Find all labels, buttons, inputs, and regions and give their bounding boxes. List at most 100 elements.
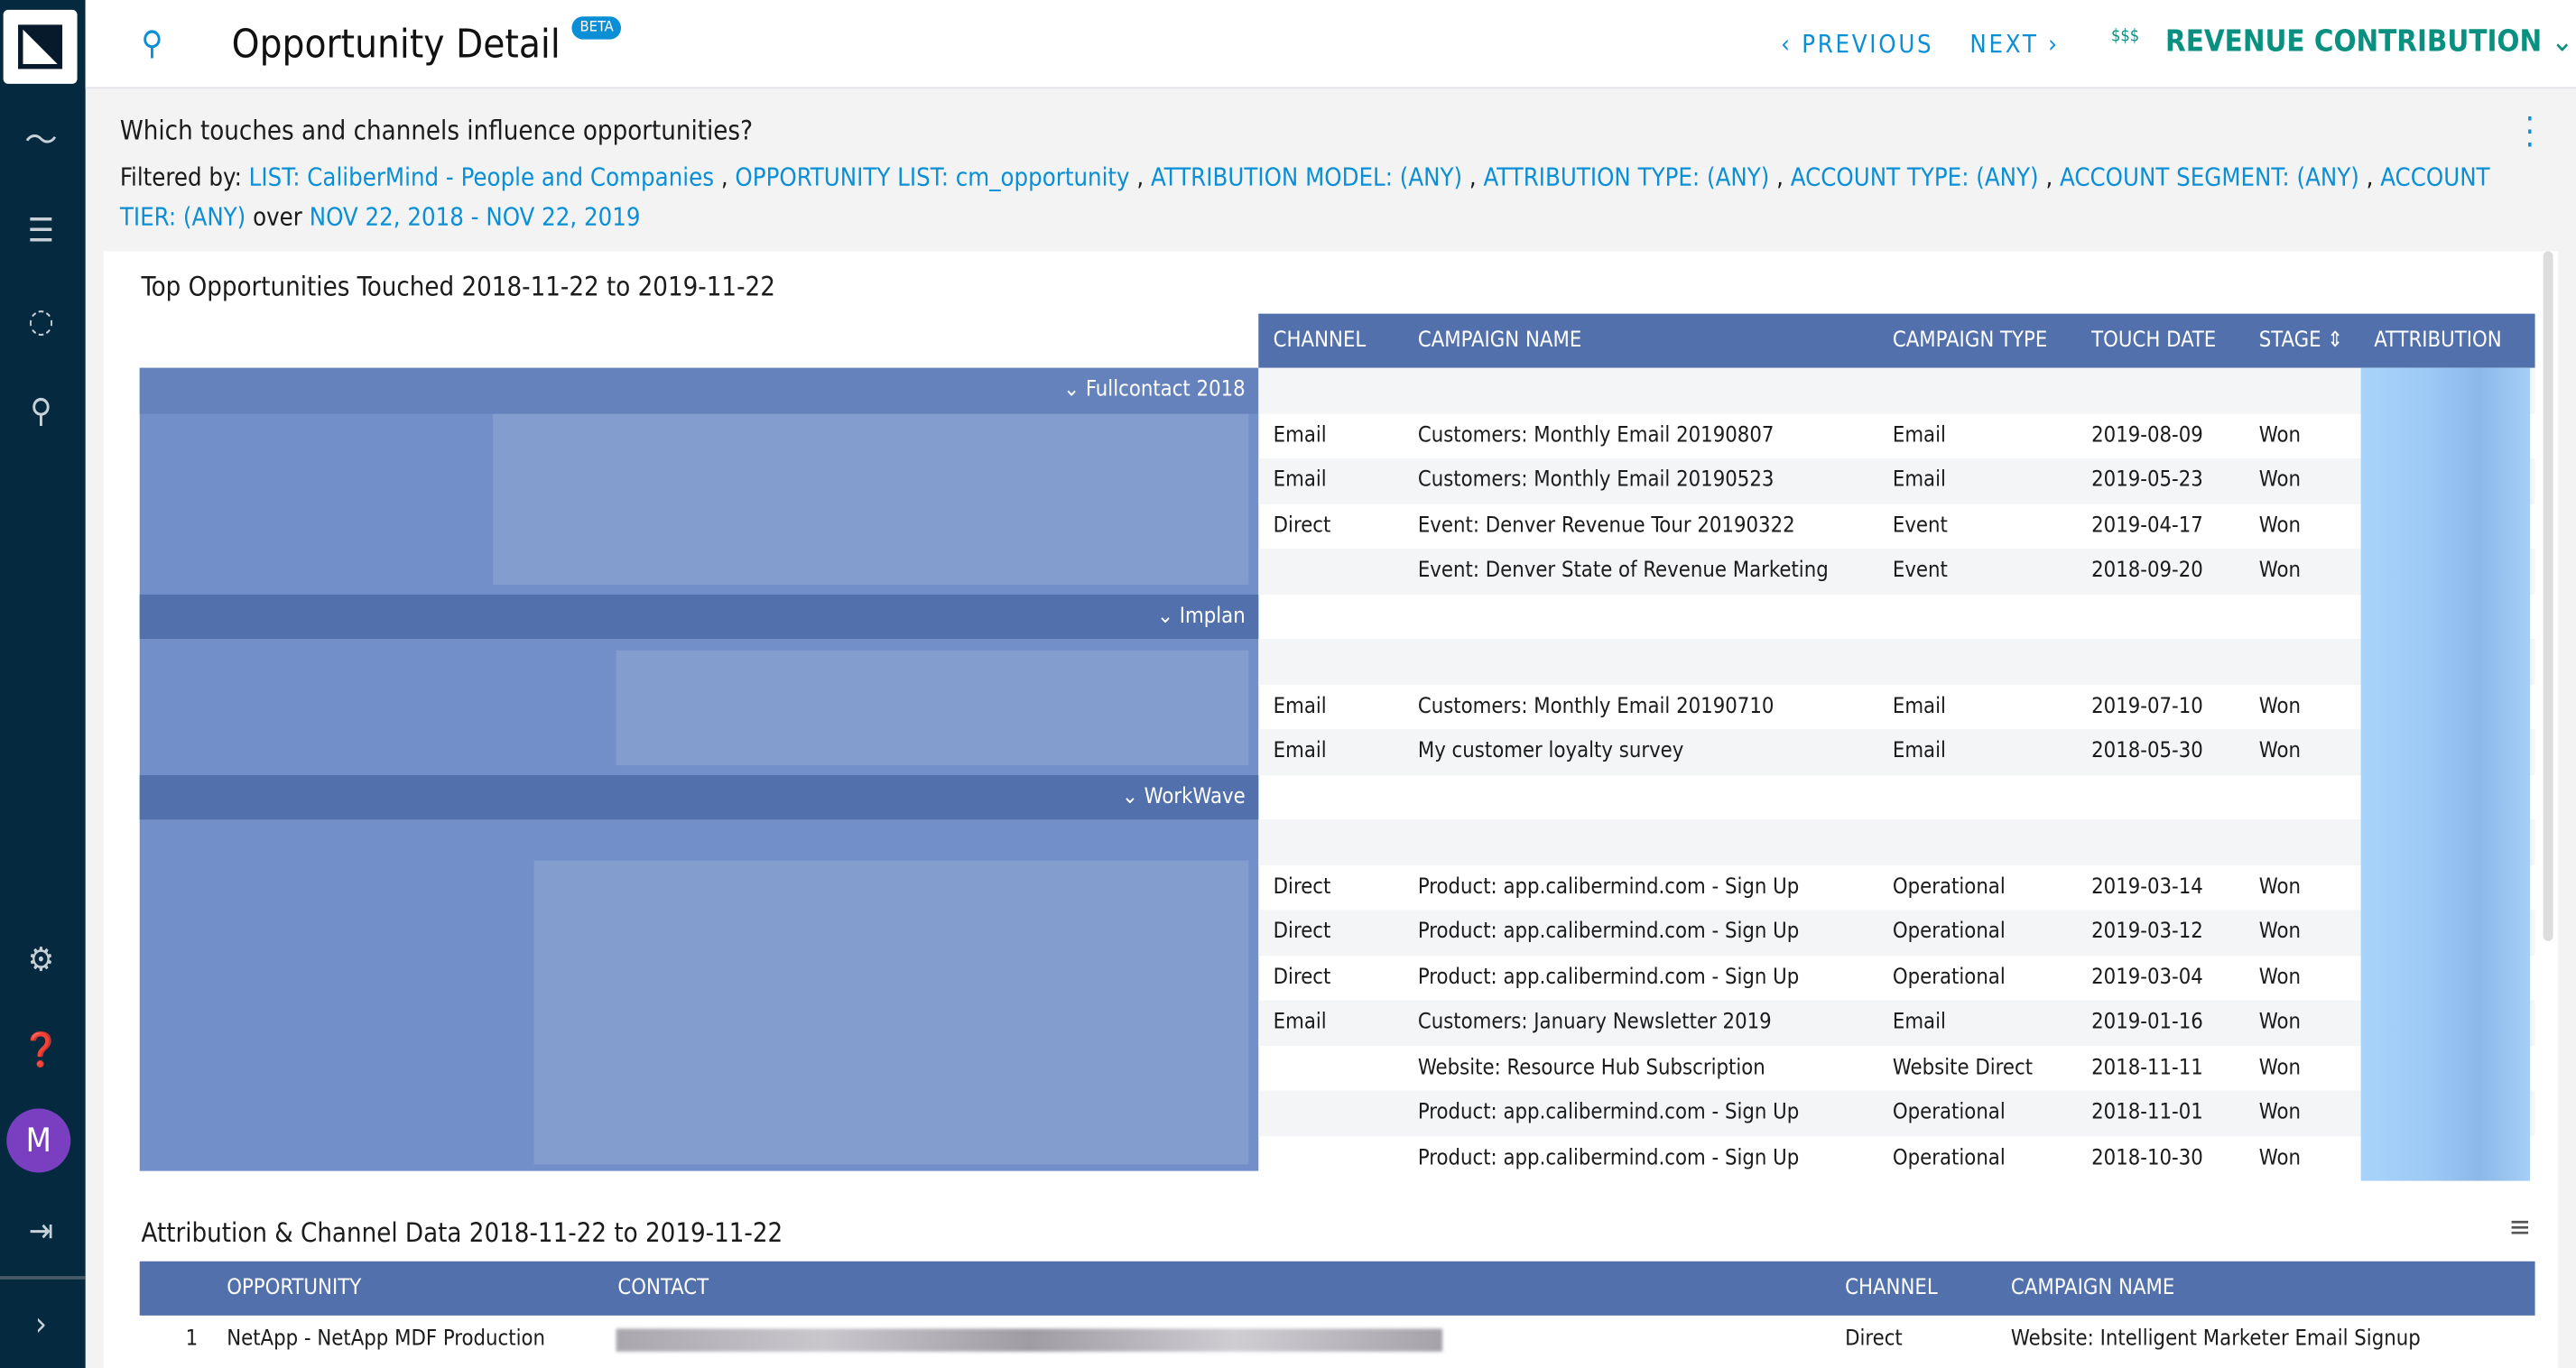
cell-touch-date: 2019-04-17: [2091, 513, 2203, 539]
col-opportunity[interactable]: OPPORTUNITY: [227, 1262, 361, 1316]
table-row[interactable]: [1258, 774, 2534, 819]
cell-campaign-name: Product: app.calibermind.com - Sign Up: [1417, 1100, 1800, 1125]
cell-stage: Won: [2258, 920, 2301, 945]
cell-channel: Direct: [1273, 920, 1331, 945]
touches-table: CHANNEL CAMPAIGN NAME CAMPAIGN TYPE TOUC…: [1258, 313, 2535, 1181]
logo[interactable]: [3, 9, 78, 84]
hamburger-menu-icon[interactable]: ≡: [2508, 1210, 2531, 1244]
col-campaign-name[interactable]: CAMPAIGN NAME: [1418, 314, 1581, 368]
cell-campaign-type: Operational: [1892, 1100, 2006, 1125]
cell-campaign-type: Event: [1892, 513, 1948, 539]
table-row[interactable]: Website: Resource Hub Subscription Websit…: [1258, 1045, 2534, 1090]
cell-campaign-name: Website: Resource Hub Subscription: [1417, 1055, 1765, 1080]
col-campaign-type[interactable]: CAMPAIGN TYPE: [1893, 314, 2047, 368]
cell-campaign-type: Operational: [1892, 965, 2006, 990]
cell-campaign-type: Operational: [1892, 920, 2006, 945]
table-row[interactable]: Direct Product: app.calibermind.com - Sig…: [1258, 955, 2534, 1000]
expand-icon[interactable]: ›: [16, 1299, 66, 1349]
cell-stage: Won: [2258, 1055, 2301, 1080]
table-row[interactable]: Email My customer loyalty survey Email 2018…: [1258, 729, 2535, 775]
bottom-table-header: OPPORTUNITY CONTACT CHANNEL CAMPAIGN NAM…: [139, 1261, 2535, 1316]
table-row[interactable]: Email Customers: January Newsletter 2019 E…: [1258, 1000, 2535, 1046]
previous-button[interactable]: ‹ PREVIOUS: [1781, 30, 1933, 60]
cell-channel: Email: [1273, 1010, 1327, 1035]
cell-stage: Won: [2258, 874, 2301, 900]
table-header: CHANNEL CAMPAIGN NAME CAMPAIGN TYPE TOUC…: [1258, 313, 2535, 368]
search-icon[interactable]: ⚲: [142, 23, 163, 62]
filter-attribution-model[interactable]: ATTRIBUTION MODEL: (ANY): [1151, 162, 1462, 192]
table-row[interactable]: 1 NetApp - NetApp MDF Production Direct …: [140, 1316, 2535, 1365]
filters-label: Filtered by:: [119, 162, 242, 192]
table-row[interactable]: Product: app.calibermind.com - Sign Up Op…: [1258, 1136, 2534, 1181]
next-button[interactable]: NEXT ›: [1969, 30, 2059, 60]
filter-summary: Filtered by: LIST: CaliberMind - People …: [119, 162, 2490, 232]
beta-badge: BETA: [571, 16, 622, 40]
journey-icon[interactable]: ◌: [16, 296, 66, 346]
avatar[interactable]: M: [6, 1108, 71, 1173]
redacted-content: [616, 650, 1249, 766]
filter-account-segment[interactable]: ACCOUNT SEGMENT: (ANY): [2060, 162, 2359, 192]
table-row[interactable]: [1258, 594, 2534, 639]
cell-channel: Direct: [1273, 965, 1331, 990]
group-name: Implan: [1179, 603, 1246, 629]
divider: [0, 1276, 86, 1280]
col-campaign-name[interactable]: CAMPAIGN NAME: [2011, 1262, 2174, 1316]
group-header[interactable]: ⌄ Implan: [139, 593, 1259, 639]
table-row[interactable]: Email Customers: Monthly Email 20190710 Em…: [1258, 684, 2534, 729]
group-header[interactable]: ⌄ WorkWave: [139, 774, 1259, 820]
view-selector[interactable]: REVENUE CONTRIBUTION ⌄: [2165, 24, 2573, 59]
filter-opportunity-list[interactable]: OPPORTUNITY LIST: cm_opportunity: [735, 162, 1129, 192]
col-channel[interactable]: CHANNEL: [1274, 314, 1367, 368]
col-stage[interactable]: STAGE ⇕: [2259, 314, 2343, 368]
settings-icon[interactable]: ⚙: [16, 935, 66, 984]
table-row[interactable]: Email Customers: Monthly Email 20190807 Em…: [1258, 413, 2534, 458]
date-range[interactable]: NOV 22, 2018 - NOV 22, 2019: [310, 202, 641, 232]
report-card: Top Opportunities Touched 2018-11-22 to …: [103, 251, 2559, 1368]
search-icon[interactable]: ⚲: [16, 386, 66, 436]
table-row[interactable]: Direct Event: Denver Revenue Tour 2019032…: [1258, 504, 2534, 549]
help-icon[interactable]: ❓: [16, 1025, 66, 1075]
cell-campaign-type: Operational: [1892, 874, 2006, 900]
cell-stage: Won: [2258, 558, 2301, 584]
filter-account-type[interactable]: ACCOUNT TYPE: (ANY): [1791, 162, 2039, 192]
col-channel[interactable]: CHANNEL: [1845, 1262, 1938, 1316]
table-row[interactable]: [1258, 638, 2535, 685]
cell-stage: Won: [2258, 513, 2301, 539]
opportunity-name[interactable]: NetApp - NetApp MDF Production: [227, 1316, 545, 1365]
cell-touch-date: 2019-03-04: [2091, 965, 2203, 990]
more-menu-icon[interactable]: · · ·: [2525, 102, 2534, 162]
attribution-bars-redacted: [2360, 367, 2531, 1181]
col-contact[interactable]: CONTACT: [617, 1262, 709, 1316]
table-row[interactable]: Product: app.calibermind.com - Sign Up Op…: [1258, 1090, 2535, 1136]
table-row[interactable]: [1258, 367, 2535, 413]
cell-touch-date: 2019-05-23: [2091, 467, 2203, 493]
table-row[interactable]: [1258, 819, 2535, 865]
top-bar: ⚲ Opportunity Detail BETA ‹ PREVIOUS NEX…: [85, 0, 2576, 89]
filter-list[interactable]: LIST: CaliberMind - People and Companies: [249, 162, 714, 192]
cell-touch-date: 2018-05-30: [2091, 739, 2203, 764]
cell-campaign-name: Customers: January Newsletter 2019: [1417, 1010, 1772, 1035]
col-attribution[interactable]: ATTRIBUTION: [2374, 314, 2502, 368]
scrollbar[interactable]: [2543, 251, 2553, 941]
channel: Direct: [1845, 1326, 1903, 1352]
list-icon[interactable]: ☰: [16, 206, 66, 255]
cell-touch-date: 2019-08-09: [2091, 422, 2203, 448]
table-row[interactable]: Direct Product: app.calibermind.com - Sig…: [1258, 864, 2534, 910]
filter-attribution-type[interactable]: ATTRIBUTION TYPE: (ANY): [1484, 162, 1770, 192]
cell-touch-date: 2018-10-30: [2091, 1145, 2203, 1170]
group-header[interactable]: ⌄ Fullcontact 2018: [139, 367, 1259, 413]
view-label: REVENUE CONTRIBUTION: [2165, 24, 2543, 60]
col-touch-date[interactable]: TOUCH DATE: [2091, 314, 2216, 368]
cell-campaign-type: Event: [1892, 558, 1948, 584]
cell-campaign-name: Event: Denver State of Revenue Marketing: [1417, 558, 1829, 584]
cell-touch-date: 2018-11-01: [2091, 1100, 2203, 1125]
table-row[interactable]: Event: Denver State of Revenue Marketing…: [1258, 548, 2535, 594]
cell-campaign-type: Email: [1892, 467, 1946, 493]
table-row[interactable]: Direct Product: app.calibermind.com - Sig…: [1258, 910, 2535, 956]
over-label: over: [253, 201, 302, 232]
cell-campaign-name: Event: Denver Revenue Tour 20190322: [1417, 513, 1795, 539]
contact-redacted: [616, 1328, 1443, 1352]
logout-icon[interactable]: ⇥: [16, 1206, 66, 1255]
analytics-icon[interactable]: 〜: [16, 115, 66, 164]
table-row[interactable]: Email Customers: Monthly Email 20190523 Em…: [1258, 458, 2535, 504]
